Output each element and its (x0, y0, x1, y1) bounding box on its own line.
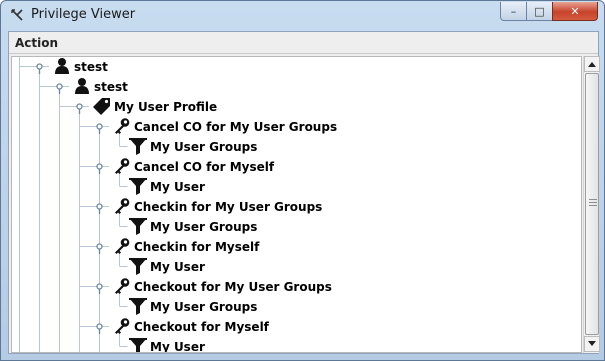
maximize-icon: □ (534, 4, 545, 18)
expand-handle[interactable] (96, 283, 103, 290)
tree-node-label[interactable]: Cancel CO for Myself (134, 160, 274, 174)
key-icon (113, 277, 131, 295)
expand-handle[interactable] (96, 203, 103, 210)
filter-icon (129, 297, 147, 315)
filter-icon (129, 217, 147, 235)
key-icon (113, 157, 131, 175)
tree-node-label[interactable]: stest (74, 60, 108, 74)
expand-handle[interactable] (76, 103, 83, 110)
arrow-down-icon (588, 341, 596, 346)
filter-icon (129, 257, 147, 275)
tree-node-label[interactable]: Checkin for My User Groups (134, 200, 322, 214)
vertical-scrollbar[interactable] (583, 56, 600, 353)
maximize-button[interactable]: □ (526, 2, 553, 21)
tree-node-label[interactable]: Checkout for My User Groups (134, 280, 332, 294)
tree-node-label[interactable]: Checkin for Myself (134, 240, 259, 254)
title-bar[interactable]: Privilege Viewer – □ ✕ (1, 1, 604, 29)
menu-action[interactable]: Action (15, 36, 58, 50)
tree-node-label[interactable]: My User Groups (150, 300, 257, 314)
filter-icon (129, 177, 147, 195)
tree-node-label[interactable]: My User (150, 260, 205, 274)
scroll-up-button[interactable] (584, 56, 600, 72)
minimize-button[interactable]: – (500, 2, 527, 21)
arrow-up-icon (588, 62, 596, 67)
close-button[interactable]: ✕ (552, 2, 598, 21)
expand-handle[interactable] (96, 323, 103, 330)
privilege-tree[interactable]: stest stest My User Profile Cancel CO for M… (11, 56, 582, 353)
key-icon (113, 317, 131, 335)
menu-bar: Action (9, 32, 598, 54)
tree-node-label[interactable]: stest (94, 80, 128, 94)
privilege-viewer-window: Privilege Viewer – □ ✕ Action stest stest… (0, 0, 605, 361)
expand-handle[interactable] (96, 243, 103, 250)
client-area: Action stest stest My User Profile Cancel C… (8, 31, 600, 354)
window-title: Privilege Viewer (31, 7, 136, 22)
app-icon (11, 9, 23, 21)
expand-handle[interactable] (96, 163, 103, 170)
close-icon: ✕ (570, 4, 580, 18)
scroll-thumb[interactable] (585, 73, 599, 335)
tree-node-label[interactable]: My User (150, 340, 205, 352)
tree-node-label[interactable]: Cancel CO for My User Groups (134, 120, 337, 134)
window-controls: – □ ✕ (500, 2, 598, 21)
filter-icon (129, 337, 147, 352)
key-icon (113, 237, 131, 255)
tree-node-label[interactable]: My User (150, 180, 205, 194)
user-icon (73, 77, 91, 95)
expand-handle[interactable] (56, 83, 63, 90)
minimize-icon: – (510, 4, 517, 18)
expand-handle[interactable] (36, 63, 43, 70)
expand-handle[interactable] (96, 123, 103, 130)
key-icon (113, 117, 131, 135)
tree-node-label[interactable]: My User Groups (150, 140, 257, 154)
tree-node-label[interactable]: My User Profile (114, 100, 217, 114)
tag-icon (93, 97, 111, 115)
key-icon (113, 197, 131, 215)
user-icon (53, 57, 71, 75)
tree-node-label[interactable]: My User Groups (150, 220, 257, 234)
tree-node-label[interactable]: Checkout for Myself (134, 320, 269, 334)
filter-icon (129, 137, 147, 155)
scroll-down-button[interactable] (584, 336, 600, 352)
